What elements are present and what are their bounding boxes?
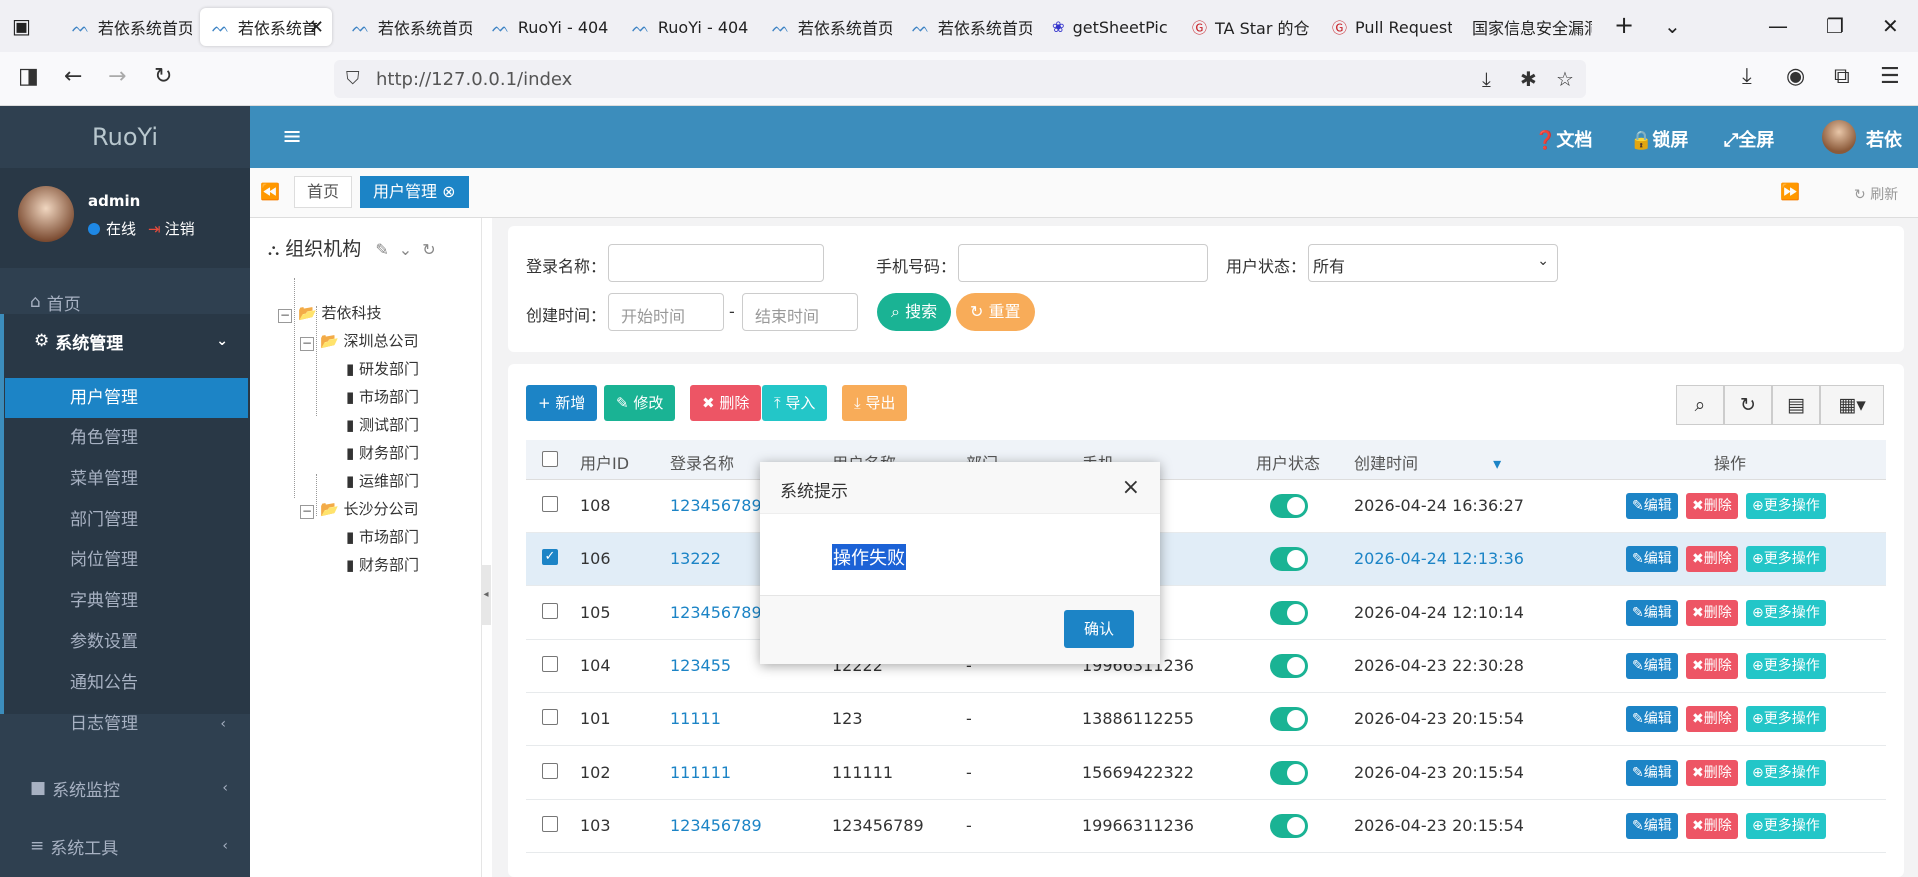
modal-overlay bbox=[0, 0, 1918, 877]
dialog-footer: 确认 bbox=[760, 595, 1160, 664]
close-icon[interactable]: × bbox=[1122, 475, 1140, 500]
confirm-button[interactable]: 确认 bbox=[1064, 610, 1134, 648]
system-alert-dialog: 系统提示 × 操作失败 确认 bbox=[760, 462, 1160, 664]
dialog-title: 系统提示 bbox=[760, 462, 1160, 514]
dialog-message: 操作失败 bbox=[832, 544, 906, 570]
